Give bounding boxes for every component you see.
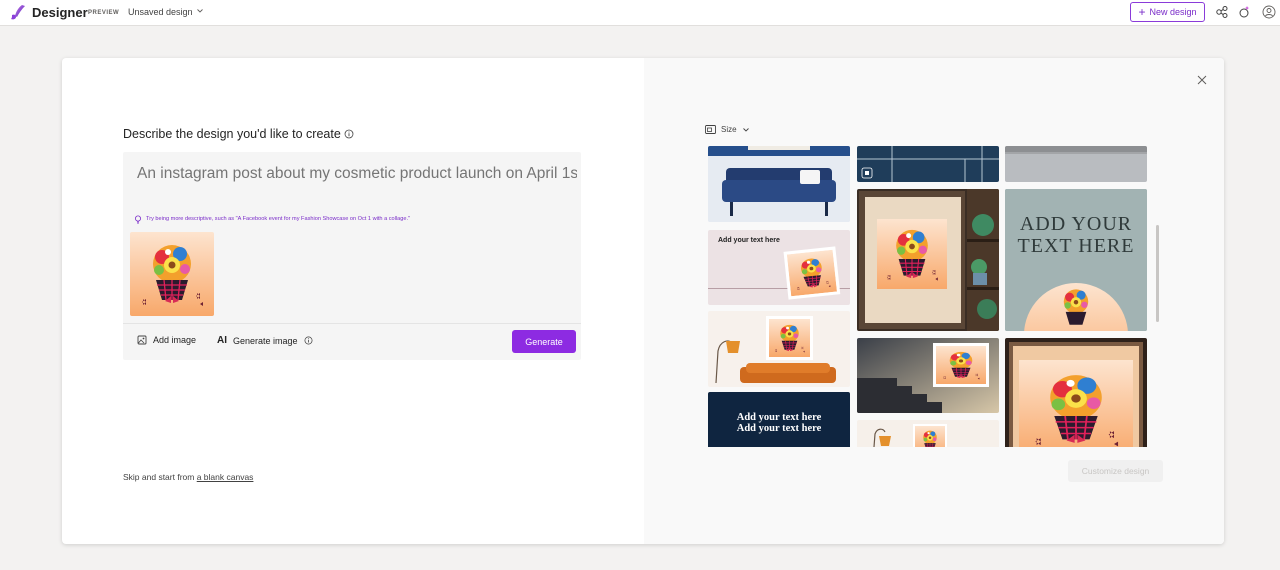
info-icon[interactable] [344, 129, 354, 139]
template-card[interactable] [857, 189, 999, 331]
template-text: Add your text here [736, 412, 822, 423]
close-icon[interactable] [1196, 74, 1208, 86]
ai-icon: AI [217, 335, 227, 346]
document-name[interactable]: Unsaved design [128, 7, 193, 17]
prompt-toolbar: Add image AI Generate image Generate [123, 323, 581, 360]
blank-canvas-link[interactable]: a blank canvas [197, 472, 254, 482]
template-card[interactable]: ADD YOUR TEXT HERE [1005, 189, 1147, 331]
uploaded-image-thumbnail[interactable] [130, 232, 214, 316]
chevron-down-icon [742, 127, 749, 132]
resize-icon [705, 125, 716, 134]
size-label: Size [721, 125, 737, 134]
add-image-label: Add image [153, 335, 197, 345]
share-icon[interactable] [1215, 5, 1229, 19]
size-dropdown[interactable]: Size [705, 125, 750, 134]
template-card[interactable]: Add your text here [708, 230, 850, 305]
template-card[interactable] [708, 146, 850, 222]
customize-design-button[interactable]: Customize design [1068, 460, 1163, 482]
new-design-label: New design [1149, 7, 1197, 17]
dialog-heading: Describe the design you'd like to create [123, 127, 341, 141]
account-icon[interactable] [1262, 5, 1276, 19]
chevron-down-icon[interactable] [196, 7, 204, 15]
generate-button[interactable]: Generate [512, 330, 576, 353]
template-card[interactable] [708, 311, 850, 387]
template-card[interactable] [857, 338, 999, 413]
lightbulb-icon [135, 215, 141, 224]
app-brand: Designer [32, 5, 88, 20]
template-text: ADD YOUR TEXT HERE [1017, 213, 1135, 257]
generate-image-button[interactable]: AI Generate image [217, 335, 313, 346]
create-design-dialog: Describe the design you'd like to create… [62, 58, 1224, 544]
template-card[interactable] [857, 420, 999, 447]
plus-icon: + [1138, 5, 1146, 19]
add-image-button[interactable]: Add image [137, 335, 196, 345]
template-grid: Add your text here Add your text here Ad… [707, 146, 1161, 447]
prompt-tip: Try being more descriptive, such as "A F… [146, 216, 410, 222]
prompt-box: Try being more descriptive, such as "A F… [123, 152, 581, 360]
template-text: Add your text here [736, 423, 822, 434]
template-text: Add your text here [718, 237, 780, 244]
prompt-input[interactable] [137, 165, 577, 183]
designer-assistant-icon[interactable] [1237, 5, 1251, 19]
new-design-button[interactable]: + New design [1130, 2, 1205, 22]
template-card[interactable] [1005, 338, 1147, 447]
scrollbar-thumb[interactable] [1156, 225, 1159, 322]
template-card[interactable] [1005, 146, 1147, 182]
template-card[interactable]: Add your text here Add your text here [708, 392, 850, 447]
top-bar: Designer PREVIEW Unsaved design + New de… [0, 0, 1280, 26]
designer-logo-icon [11, 5, 25, 20]
info-icon[interactable] [304, 336, 313, 345]
generate-image-label: Generate image [233, 335, 298, 346]
preview-badge: PREVIEW [88, 10, 120, 16]
skip-label: Skip and start from [123, 472, 195, 482]
skip-text: Skip and start from a blank canvas [123, 472, 253, 482]
template-card[interactable] [857, 146, 999, 182]
image-icon [137, 335, 147, 345]
